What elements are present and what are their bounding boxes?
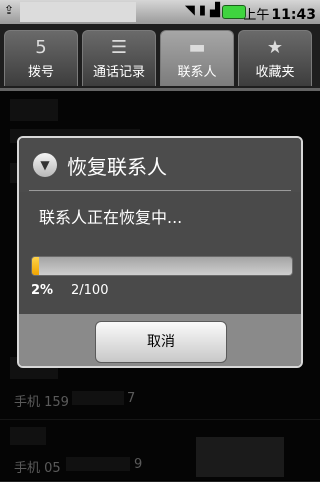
- progress-bar: [31, 256, 293, 276]
- clock-time: 11:43: [271, 7, 316, 23]
- tab-favorites[interactable]: ★ 收藏夹: [238, 30, 312, 86]
- dialog-title-bar: ▼ 恢复联系人: [19, 138, 301, 192]
- status-bar: ⇪ ◥ ▮ ▟ 上午 11:43: [0, 0, 320, 24]
- restore-contacts-dialog: ▼ 恢复联系人 联系人正在恢复中... 2% 2/100 取消: [17, 136, 303, 368]
- tab-dialer[interactable]: 5 拨号: [4, 30, 78, 86]
- status-clock: 上午 11:43: [243, 4, 316, 23]
- contacts-folder-icon: ▬: [188, 37, 206, 58]
- dialog-message: 联系人正在恢复中...: [39, 208, 183, 227]
- clock-period: 上午: [243, 8, 270, 23]
- tab-bar: 5 拨号 ☰ 通话记录 ▬ 联系人 ★ 收藏夹: [0, 24, 320, 91]
- dialog-button-area: 取消: [19, 314, 301, 366]
- cancel-button[interactable]: 取消: [95, 321, 227, 363]
- signal-icon: ▟: [210, 3, 220, 18]
- progress-count: 2/100: [71, 283, 109, 298]
- progress-percent: 2%: [31, 283, 54, 298]
- sd-card-icon: ▮: [198, 3, 206, 18]
- dialpad-icon: 5: [35, 37, 47, 58]
- tab-call-log[interactable]: ☰ 通话记录: [82, 30, 156, 86]
- tab-label: 通话记录: [92, 65, 145, 80]
- star-icon: ★: [266, 37, 284, 58]
- dialog-title: 恢复联系人: [67, 155, 167, 179]
- tab-label: 拨号: [27, 65, 54, 80]
- dropdown-circle-icon: ▼: [33, 153, 57, 177]
- battery-icon: [222, 5, 246, 19]
- title-divider: [29, 190, 291, 191]
- wifi-icon: ◥: [184, 3, 195, 18]
- tab-label: 联系人: [177, 65, 217, 80]
- progress-fill: [32, 257, 39, 275]
- tab-contacts[interactable]: ▬ 联系人: [160, 30, 234, 86]
- tab-label: 收藏夹: [255, 65, 295, 80]
- call-log-icon: ☰: [110, 37, 128, 58]
- usb-icon: ⇪: [4, 3, 15, 17]
- redacted-notification-area: [20, 2, 136, 22]
